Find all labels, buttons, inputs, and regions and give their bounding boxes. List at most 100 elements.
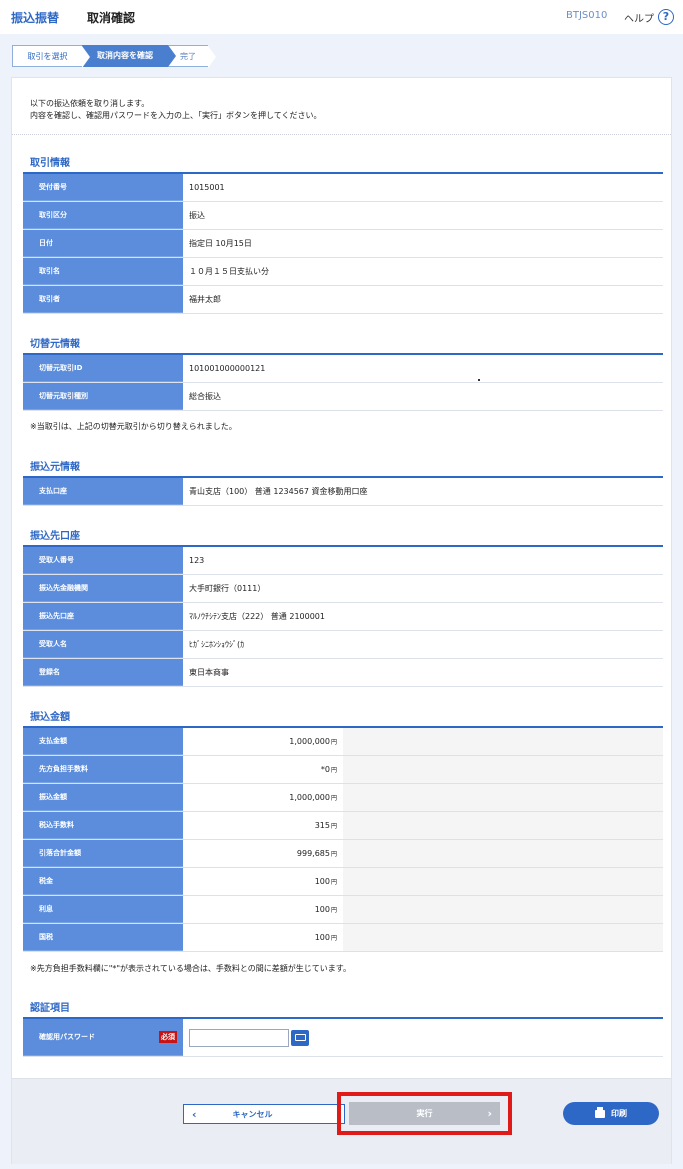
amount-value: *0 bbox=[320, 765, 330, 774]
step-indicator: 取引を選択 取消内容を確認 完了 bbox=[12, 45, 216, 68]
row-value: １０月１５日支払い分 bbox=[183, 258, 663, 285]
row-value: ﾋｶﾞｼﾆﾎﾝｼｮｳｼﾞ(ｶ bbox=[183, 631, 663, 658]
table-row: 取引者 福井太郎 bbox=[23, 286, 663, 314]
section-title-amount: 振込金額 bbox=[30, 712, 70, 723]
chevron-left-icon: ‹ bbox=[192, 1107, 197, 1121]
amount-note: ※先方負担手数料欄に"*"が表示されている場合は、手数料との間に差額が生じていま… bbox=[30, 964, 351, 973]
row-label: 取引名 bbox=[23, 258, 183, 285]
row-label: 引落合計金額 bbox=[23, 840, 183, 867]
row-label: 利息 bbox=[23, 896, 183, 923]
table-row: 日付 指定日 10月15日 bbox=[23, 230, 663, 258]
section-title-dest: 振込先口座 bbox=[30, 531, 80, 542]
table-row: 利息 100 円 bbox=[23, 896, 663, 924]
row-value: 1,000,000 円 bbox=[183, 728, 343, 755]
amount-table: 支払金額 1,000,000 円 先方負担手数料 *0 円 振込金額 1,000,000 円… bbox=[23, 726, 663, 952]
table-row: 受取人番号 123 bbox=[23, 547, 663, 575]
print-button[interactable]: 印刷 bbox=[563, 1102, 659, 1125]
row-value: 福井太郎 bbox=[183, 286, 663, 313]
row-value: 100 円 bbox=[183, 924, 343, 951]
row-label: 振込先金融機関 bbox=[23, 575, 183, 602]
row-label: 取引者 bbox=[23, 286, 183, 313]
table-row: 確認用パスワード 必須 bbox=[23, 1019, 663, 1057]
row-label: 切替元取引種別 bbox=[23, 383, 183, 410]
yen-unit: 円 bbox=[330, 935, 337, 942]
row-label: 受取人名 bbox=[23, 631, 183, 658]
table-row: 税金 100 円 bbox=[23, 868, 663, 896]
amount-value: 999,685 bbox=[296, 849, 330, 858]
table-row: 税込手数料 315 円 bbox=[23, 812, 663, 840]
row-value: 1,000,000 円 bbox=[183, 784, 343, 811]
help-link[interactable]: ヘルプ? bbox=[624, 7, 674, 27]
help-label: ヘルプ bbox=[624, 13, 654, 25]
row-value: 1015001 bbox=[183, 174, 663, 201]
step-confirm: 取消内容を確認 bbox=[82, 45, 176, 67]
intro-line: 以下の振込依頼を取り消します。 bbox=[30, 99, 150, 108]
auth-table: 確認用パスワード 必須 bbox=[23, 1017, 663, 1057]
step-label: 完了 bbox=[180, 52, 196, 61]
execute-button[interactable]: 実行 › bbox=[349, 1102, 500, 1125]
row-value: 振込 bbox=[183, 202, 663, 229]
intro-line: 内容を確認し、確認用パスワードを入力の上、「実行」ボタンを押してください。 bbox=[30, 111, 322, 120]
row-label: 支払口座 bbox=[23, 478, 183, 505]
table-row: 支払口座 青山支店（100） 普通 1234567 資金移動用口座 bbox=[23, 478, 663, 506]
table-row: 取引区分 振込 bbox=[23, 202, 663, 230]
printer-icon bbox=[595, 1106, 605, 1118]
source-table: 切替元取引ID 101001000000121 切替元取引種別 総合振込 bbox=[23, 353, 663, 411]
yen-unit: 円 bbox=[330, 767, 337, 774]
row-label: 国税 bbox=[23, 924, 183, 951]
from-table: 支払口座 青山支店（100） 普通 1234567 資金移動用口座 bbox=[23, 476, 663, 506]
row-label: 確認用パスワード 必須 bbox=[23, 1019, 183, 1056]
source-note: ※当取引は、上記の切替元取引から切り替えられました。 bbox=[30, 422, 237, 431]
row-label: 受付番号 bbox=[23, 174, 183, 201]
step-label: 取引を選択 bbox=[27, 52, 68, 61]
table-row: 切替元取引ID 101001000000121 bbox=[23, 355, 663, 383]
cancel-label: キャンセル bbox=[232, 1109, 273, 1119]
intro-text: 以下の振込依頼を取り消します。 内容を確認し、確認用パスワードを入力の上、「実行… bbox=[30, 98, 322, 122]
row-value bbox=[183, 1019, 663, 1056]
print-label: 印刷 bbox=[611, 1109, 627, 1118]
row-label: 登録名 bbox=[23, 659, 183, 686]
stray-dot bbox=[478, 379, 480, 381]
yen-unit: 円 bbox=[330, 879, 337, 886]
row-label: 受取人番号 bbox=[23, 547, 183, 574]
table-row: 引落合計金額 999,685 円 bbox=[23, 840, 663, 868]
yen-unit: 円 bbox=[330, 823, 337, 830]
amount-value: 1,000,000 bbox=[289, 737, 330, 746]
screen-code: BTJS010 bbox=[566, 10, 608, 21]
table-row: 国税 100 円 bbox=[23, 924, 663, 952]
category-label: 振込振替 bbox=[11, 11, 60, 25]
row-value: 999,685 円 bbox=[183, 840, 343, 867]
cancel-button[interactable]: ‹ キャンセル bbox=[183, 1104, 345, 1124]
row-value: 東日本商事 bbox=[183, 659, 663, 686]
table-row: 受付番号 1015001 bbox=[23, 174, 663, 202]
table-row: 先方負担手数料 *0 円 bbox=[23, 756, 663, 784]
table-row: 支払金額 1,000,000 円 bbox=[23, 728, 663, 756]
page-header: 振込振替 取消確認 BTJS010 ヘルプ? bbox=[0, 0, 683, 34]
password-input[interactable] bbox=[189, 1028, 289, 1047]
highlight-box: 実行 › bbox=[337, 1092, 512, 1135]
row-label: 税込手数料 bbox=[23, 812, 183, 839]
row-label: 日付 bbox=[23, 230, 183, 257]
software-keyboard-icon[interactable] bbox=[291, 1029, 309, 1046]
help-icon: ? bbox=[658, 9, 674, 25]
row-value: 指定日 10月15日 bbox=[183, 230, 663, 257]
page-title: 取消確認 bbox=[87, 11, 136, 25]
table-row: 振込先口座 ﾏﾙﾉｳﾁｼﾃﾝ支店（222） 普通 2100001 bbox=[23, 603, 663, 631]
step-select: 取引を選択 bbox=[12, 45, 90, 68]
amount-value: 100 bbox=[314, 933, 330, 942]
amount-value: 315 bbox=[314, 821, 330, 830]
row-value: 大手町銀行（0111） bbox=[183, 575, 663, 602]
row-label: 振込先口座 bbox=[23, 603, 183, 630]
row-label: 税金 bbox=[23, 868, 183, 895]
section-title-auth: 認証項目 bbox=[30, 1003, 70, 1014]
required-badge: 必須 bbox=[159, 1031, 177, 1043]
table-row: 振込先金融機関 大手町銀行（0111） bbox=[23, 575, 663, 603]
main-panel: 以下の振込依頼を取り消します。 内容を確認し、確認用パスワードを入力の上、「実行… bbox=[11, 77, 672, 1164]
yen-unit: 円 bbox=[330, 851, 337, 858]
row-value: ﾏﾙﾉｳﾁｼﾃﾝ支店（222） 普通 2100001 bbox=[183, 603, 663, 630]
section-title-from: 振込元情報 bbox=[30, 462, 80, 473]
row-label: 取引区分 bbox=[23, 202, 183, 229]
row-value: 青山支店（100） 普通 1234567 資金移動用口座 bbox=[183, 478, 663, 505]
row-value: 315 円 bbox=[183, 812, 343, 839]
row-label: 振込金額 bbox=[23, 784, 183, 811]
